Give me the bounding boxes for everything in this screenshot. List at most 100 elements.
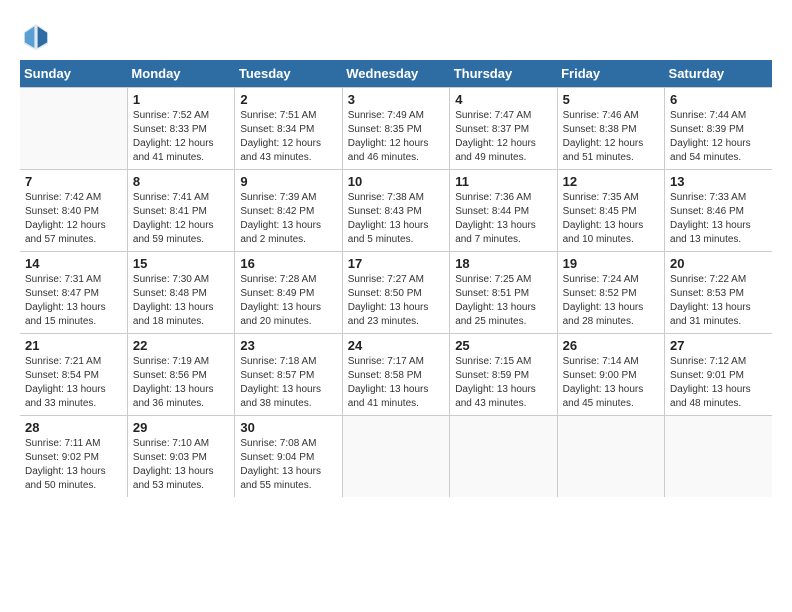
day-info: Sunrise: 7:22 AMSunset: 8:53 PMDaylight:…: [670, 273, 767, 329]
day-info: Sunrise: 7:51 AMSunset: 8:34 PMDaylight:…: [240, 109, 336, 165]
calendar-cell: 19 Sunrise: 7:24 AMSunset: 8:52 PMDayligh…: [557, 252, 664, 334]
calendar-cell: 25 Sunrise: 7:15 AMSunset: 8:59 PMDayligh…: [450, 334, 557, 416]
day-number: 2: [240, 92, 336, 107]
day-info: Sunrise: 7:47 AMSunset: 8:37 PMDaylight:…: [455, 109, 551, 165]
logo: [20, 20, 56, 52]
calendar-cell: 13 Sunrise: 7:33 AMSunset: 8:46 PMDayligh…: [665, 170, 772, 252]
day-info: Sunrise: 7:24 AMSunset: 8:52 PMDaylight:…: [563, 273, 659, 329]
day-number: 28: [25, 420, 122, 435]
calendar-cell: 9 Sunrise: 7:39 AMSunset: 8:42 PMDaylight…: [235, 170, 342, 252]
day-info: Sunrise: 7:38 AMSunset: 8:43 PMDaylight:…: [348, 191, 444, 247]
calendar-cell: 20 Sunrise: 7:22 AMSunset: 8:53 PMDayligh…: [665, 252, 772, 334]
day-number: 29: [133, 420, 229, 435]
day-info: Sunrise: 7:33 AMSunset: 8:46 PMDaylight:…: [670, 191, 767, 247]
day-info: Sunrise: 7:30 AMSunset: 8:48 PMDaylight:…: [133, 273, 229, 329]
day-number: 14: [25, 256, 122, 271]
calendar-week-row: 1 Sunrise: 7:52 AMSunset: 8:33 PMDaylight…: [20, 88, 772, 170]
weekday-header-monday: Monday: [127, 60, 234, 88]
calendar-cell: 16 Sunrise: 7:28 AMSunset: 8:49 PMDayligh…: [235, 252, 342, 334]
day-number: 21: [25, 338, 122, 353]
weekday-header-sunday: Sunday: [20, 60, 127, 88]
day-info: Sunrise: 7:27 AMSunset: 8:50 PMDaylight:…: [348, 273, 444, 329]
day-number: 6: [670, 92, 767, 107]
day-number: 19: [563, 256, 659, 271]
day-info: Sunrise: 7:17 AMSunset: 8:58 PMDaylight:…: [348, 355, 444, 411]
day-number: 7: [25, 174, 122, 189]
calendar-cell: 21Sunrise: 7:21 AMSunset: 8:54 PMDayligh…: [20, 334, 127, 416]
page-header: [20, 20, 772, 52]
day-number: 25: [455, 338, 551, 353]
weekday-header-thursday: Thursday: [450, 60, 557, 88]
calendar-cell: 28 Sunrise: 7:11 AMSunset: 9:02 PMDayligh…: [20, 416, 127, 498]
calendar-cell: 22 Sunrise: 7:19 AMSunset: 8:56 PMDayligh…: [127, 334, 234, 416]
day-number: 24: [348, 338, 444, 353]
calendar-cell: 24 Sunrise: 7:17 AMSunset: 8:58 PMDayligh…: [342, 334, 449, 416]
calendar-cell: [20, 88, 127, 170]
calendar-week-row: 7Sunrise: 7:42 AMSunset: 8:40 PMDaylight…: [20, 170, 772, 252]
day-number: 22: [133, 338, 229, 353]
calendar-cell: 12 Sunrise: 7:35 AMSunset: 8:45 PMDayligh…: [557, 170, 664, 252]
calendar-cell: [557, 416, 664, 498]
day-number: 9: [240, 174, 336, 189]
calendar-table: SundayMondayTuesdayWednesdayThursdayFrid…: [20, 60, 772, 497]
calendar-cell: 23 Sunrise: 7:18 AMSunset: 8:57 PMDayligh…: [235, 334, 342, 416]
day-info: Sunrise: 7:10 AMSunset: 9:03 PMDaylight:…: [133, 437, 229, 493]
calendar-cell: 18 Sunrise: 7:25 AMSunset: 8:51 PMDayligh…: [450, 252, 557, 334]
day-info: Sunrise: 7:31 AMSunset: 8:47 PMDaylight:…: [25, 273, 122, 329]
day-number: 8: [133, 174, 229, 189]
day-info: Sunrise: 7:52 AMSunset: 8:33 PMDaylight:…: [133, 109, 229, 165]
calendar-cell: 6 Sunrise: 7:44 AMSunset: 8:39 PMDaylight…: [665, 88, 772, 170]
day-info: Sunrise: 7:46 AMSunset: 8:38 PMDaylight:…: [563, 109, 659, 165]
day-number: 5: [563, 92, 659, 107]
calendar-cell: 8 Sunrise: 7:41 AMSunset: 8:41 PMDaylight…: [127, 170, 234, 252]
calendar-cell: 2 Sunrise: 7:51 AMSunset: 8:34 PMDaylight…: [235, 88, 342, 170]
day-number: 13: [670, 174, 767, 189]
calendar-cell: 1 Sunrise: 7:52 AMSunset: 8:33 PMDaylight…: [127, 88, 234, 170]
day-info: Sunrise: 7:25 AMSunset: 8:51 PMDaylight:…: [455, 273, 551, 329]
logo-icon: [20, 20, 52, 52]
day-number: 12: [563, 174, 659, 189]
day-info: Sunrise: 7:35 AMSunset: 8:45 PMDaylight:…: [563, 191, 659, 247]
calendar-cell: 14 Sunrise: 7:31 AMSunset: 8:47 PMDayligh…: [20, 252, 127, 334]
day-info: Sunrise: 7:49 AMSunset: 8:35 PMDaylight:…: [348, 109, 444, 165]
weekday-header-row: SundayMondayTuesdayWednesdayThursdayFrid…: [20, 60, 772, 88]
day-info: Sunrise: 7:19 AMSunset: 8:56 PMDaylight:…: [133, 355, 229, 411]
day-info: Sunrise: 7:36 AMSunset: 8:44 PMDaylight:…: [455, 191, 551, 247]
calendar-cell: 7Sunrise: 7:42 AMSunset: 8:40 PMDaylight…: [20, 170, 127, 252]
weekday-header-tuesday: Tuesday: [235, 60, 342, 88]
day-number: 16: [240, 256, 336, 271]
day-number: 3: [348, 92, 444, 107]
day-number: 17: [348, 256, 444, 271]
weekday-header-friday: Friday: [557, 60, 664, 88]
day-info: Sunrise: 7:28 AMSunset: 8:49 PMDaylight:…: [240, 273, 336, 329]
calendar-cell: 3 Sunrise: 7:49 AMSunset: 8:35 PMDaylight…: [342, 88, 449, 170]
day-number: 26: [563, 338, 659, 353]
day-number: 15: [133, 256, 229, 271]
calendar-week-row: 14 Sunrise: 7:31 AMSunset: 8:47 PMDayligh…: [20, 252, 772, 334]
calendar-cell: 27Sunrise: 7:12 AMSunset: 9:01 PMDayligh…: [665, 334, 772, 416]
day-number: 4: [455, 92, 551, 107]
day-number: 11: [455, 174, 551, 189]
day-number: 23: [240, 338, 336, 353]
day-info: Sunrise: 7:08 AMSunset: 9:04 PMDaylight:…: [240, 437, 336, 493]
day-info: Sunrise: 7:18 AMSunset: 8:57 PMDaylight:…: [240, 355, 336, 411]
weekday-header-saturday: Saturday: [665, 60, 772, 88]
day-number: 20: [670, 256, 767, 271]
day-info: Sunrise: 7:44 AMSunset: 8:39 PMDaylight:…: [670, 109, 767, 165]
calendar-week-row: 28 Sunrise: 7:11 AMSunset: 9:02 PMDayligh…: [20, 416, 772, 498]
calendar-week-row: 21Sunrise: 7:21 AMSunset: 8:54 PMDayligh…: [20, 334, 772, 416]
calendar-cell: 4 Sunrise: 7:47 AMSunset: 8:37 PMDaylight…: [450, 88, 557, 170]
day-number: 18: [455, 256, 551, 271]
calendar-cell: 30 Sunrise: 7:08 AMSunset: 9:04 PMDayligh…: [235, 416, 342, 498]
day-info: Sunrise: 7:39 AMSunset: 8:42 PMDaylight:…: [240, 191, 336, 247]
calendar-cell: 29 Sunrise: 7:10 AMSunset: 9:03 PMDayligh…: [127, 416, 234, 498]
day-info: Sunrise: 7:41 AMSunset: 8:41 PMDaylight:…: [133, 191, 229, 247]
calendar-cell: 11 Sunrise: 7:36 AMSunset: 8:44 PMDayligh…: [450, 170, 557, 252]
calendar-cell: 5 Sunrise: 7:46 AMSunset: 8:38 PMDaylight…: [557, 88, 664, 170]
day-info: Sunrise: 7:15 AMSunset: 8:59 PMDaylight:…: [455, 355, 551, 411]
calendar-cell: 15 Sunrise: 7:30 AMSunset: 8:48 PMDayligh…: [127, 252, 234, 334]
day-info: Sunrise: 7:11 AMSunset: 9:02 PMDaylight:…: [25, 437, 122, 493]
day-number: 1: [133, 92, 229, 107]
day-number: 30: [240, 420, 336, 435]
day-info: Sunrise: 7:12 AMSunset: 9:01 PMDaylight:…: [670, 355, 767, 411]
